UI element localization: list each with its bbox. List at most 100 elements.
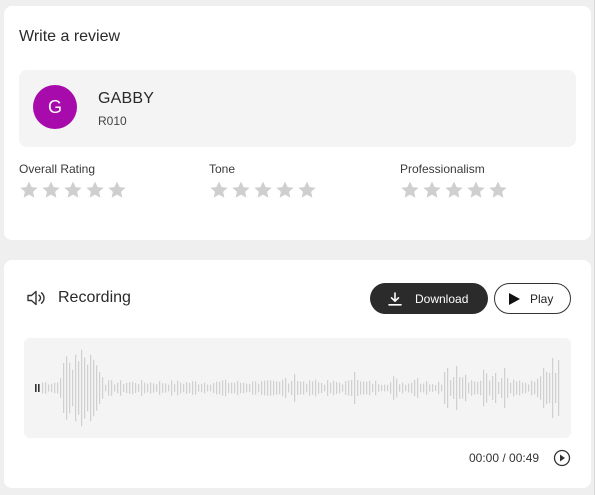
- waveform-bar: [126, 382, 128, 394]
- waveform-bar: [258, 383, 260, 393]
- star-icon[interactable]: [41, 180, 61, 200]
- waveform-bar: [216, 381, 218, 395]
- waveform-bar: [273, 380, 275, 396]
- waveform-bar: [495, 373, 497, 403]
- star-icon[interactable]: [63, 180, 83, 200]
- waveform-bar: [450, 380, 452, 396]
- waveform-bar: [180, 382, 182, 394]
- waveform-bar: [282, 380, 284, 396]
- waveform-bar: [405, 384, 407, 392]
- rating-professionalism: Professionalism: [400, 162, 508, 200]
- waveform-bar: [357, 380, 359, 396]
- waveform-bar: [162, 383, 164, 393]
- rating-tone: Tone: [209, 162, 317, 200]
- waveform-bar: [210, 384, 212, 392]
- stars-overall: [19, 180, 127, 200]
- waveform-bar: [408, 383, 410, 393]
- waveform-bar: [528, 384, 530, 392]
- waveform[interactable]: [24, 338, 571, 438]
- waveform-bar: [444, 372, 446, 404]
- waveform-bar: [513, 379, 515, 397]
- waveform-bar: [300, 381, 302, 395]
- waveform-bar: [531, 380, 533, 396]
- waveform-bar: [174, 383, 176, 393]
- waveform-bar: [525, 382, 527, 394]
- waveform-bar: [114, 384, 116, 392]
- recording-header: Recording Download Play: [4, 260, 591, 340]
- avatar: G: [33, 85, 77, 129]
- waveform-bar: [372, 383, 374, 393]
- download-button[interactable]: Download: [370, 283, 488, 314]
- recording-card: Recording Download Play 00:00 / 00:49: [4, 260, 591, 488]
- waveform-bar: [132, 381, 134, 395]
- star-icon[interactable]: [422, 180, 442, 200]
- waveform-bar: [48, 384, 50, 392]
- waveform-bar: [504, 368, 506, 408]
- waveform-bar: [75, 354, 77, 422]
- waveform-bar: [84, 357, 86, 419]
- waveform-bar: [342, 384, 344, 392]
- waveform-bar: [543, 368, 545, 408]
- replay-icon[interactable]: [553, 449, 571, 467]
- star-icon[interactable]: [400, 180, 420, 200]
- waveform-bar: [285, 378, 287, 398]
- waveform-bar: [147, 383, 149, 393]
- waveform-bar: [318, 382, 320, 394]
- waveform-bar: [249, 383, 251, 393]
- waveform-bar: [549, 373, 551, 403]
- waveform-bar: [213, 382, 215, 394]
- star-icon[interactable]: [466, 180, 486, 200]
- star-icon[interactable]: [85, 180, 105, 200]
- star-icon[interactable]: [209, 180, 229, 200]
- star-icon[interactable]: [107, 180, 127, 200]
- speaker-icon: [26, 289, 46, 307]
- reviewee-id: R010: [98, 114, 127, 128]
- waveform-bar: [399, 384, 401, 392]
- play-button[interactable]: Play: [494, 283, 571, 314]
- star-icon[interactable]: [297, 180, 317, 200]
- waveform-bar: [375, 380, 377, 396]
- waveform-bar: [63, 363, 65, 413]
- waveform-bar: [96, 365, 98, 411]
- stars-tone: [209, 180, 317, 200]
- waveform-bar: [447, 368, 449, 408]
- star-icon[interactable]: [488, 180, 508, 200]
- waveform-bar: [501, 378, 503, 398]
- waveform-bar: [90, 354, 92, 422]
- waveform-bar: [225, 379, 227, 397]
- waveform-bar: [309, 380, 311, 396]
- waveform-bar: [402, 382, 404, 394]
- waveform-bar: [159, 381, 161, 395]
- waveform-bar: [279, 381, 281, 395]
- waveform-bar: [462, 377, 464, 399]
- waveform-bar: [471, 380, 473, 396]
- waveform-bar: [111, 380, 113, 396]
- star-icon[interactable]: [231, 180, 251, 200]
- waveform-bar: [387, 384, 389, 392]
- waveform-bar: [222, 380, 224, 396]
- star-icon[interactable]: [19, 180, 39, 200]
- waveform-bar: [186, 381, 188, 395]
- waveform-bar: [165, 383, 167, 393]
- waveform-bar: [381, 384, 383, 392]
- rating-label-tone: Tone: [209, 162, 236, 176]
- waveform-bar: [507, 378, 509, 398]
- waveform-bar: [360, 381, 362, 395]
- star-icon[interactable]: [444, 180, 464, 200]
- star-icon[interactable]: [275, 180, 295, 200]
- waveform-bar: [102, 377, 104, 399]
- star-icon[interactable]: [253, 180, 273, 200]
- waveform-bar: [291, 381, 293, 395]
- waveform-bar: [510, 382, 512, 394]
- waveform-bar: [264, 380, 266, 396]
- waveform-bar: [438, 381, 440, 395]
- waveform-bar: [153, 383, 155, 393]
- waveform-bar: [231, 382, 233, 394]
- waveform-bar: [120, 380, 122, 396]
- waveform-bar: [327, 380, 329, 396]
- waveform-bar: [207, 384, 209, 392]
- download-icon: [388, 291, 402, 306]
- waveform-bar: [420, 383, 422, 393]
- waveform-bar: [330, 382, 332, 394]
- waveform-bar: [288, 383, 290, 393]
